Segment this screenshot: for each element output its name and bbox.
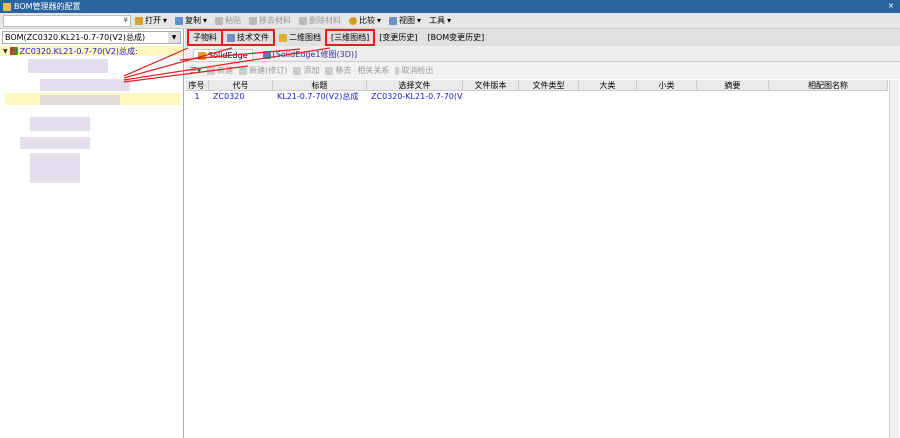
solidedge-icon xyxy=(198,51,206,60)
checkout-icon xyxy=(395,66,400,75)
search-input[interactable]: ¥ xyxy=(3,14,131,27)
view-button[interactable]: 视图 ▾ xyxy=(385,15,425,26)
assembly-icon xyxy=(9,47,18,55)
copy-icon xyxy=(175,16,184,25)
blurred-tree-item xyxy=(20,137,90,149)
new-revision-icon xyxy=(239,66,248,75)
window-title: BOM管理器的配置 xyxy=(14,2,81,11)
new-button[interactable]: 新建 xyxy=(204,65,236,76)
subtab-solidedge[interactable]: SolidEdge xyxy=(193,49,253,61)
column-header[interactable]: 文件版本 xyxy=(463,79,519,91)
close-button[interactable]: × xyxy=(886,1,896,11)
compare-button[interactable]: 比较 ▾ xyxy=(345,15,385,26)
clear-icon[interactable]: ¥ xyxy=(124,16,128,24)
drawing-icon xyxy=(279,33,287,42)
cancel-checkout-button[interactable]: 取消检出 xyxy=(392,65,436,76)
paste-icon xyxy=(215,16,224,25)
user-icon xyxy=(262,50,271,59)
expand-icon[interactable]: ▼ xyxy=(3,48,8,55)
delete-material-button[interactable]: 删除材料 xyxy=(295,15,345,26)
subtab-solidedge-3d[interactable]: [SolidEdge1修图(3D)] xyxy=(259,48,361,61)
table-header: 序号 代号 标题 选择文件 文件版本 文件类型 大类 小类 摘要 相配图名称 xyxy=(185,79,888,91)
table-cell: ZC0320-KL21-0.7-70(V2)... xyxy=(371,92,463,101)
table-cell: 1 xyxy=(194,92,200,101)
cad-subtabs: SolidEdge [SolidEdge1修图(3D)] xyxy=(185,46,900,62)
column-header[interactable]: 序号 xyxy=(185,79,209,91)
remove-icon xyxy=(249,16,258,25)
blurred-tree-item xyxy=(30,153,80,183)
action-toolbar: ☰▾ 新建 新建(修订) 添加 移去 相关关系 取消检出 xyxy=(185,62,900,79)
column-header[interactable]: 选择文件 xyxy=(367,79,463,91)
table-cell: ZC0320 xyxy=(213,92,245,101)
add-icon xyxy=(293,66,302,75)
remove-material-button[interactable]: 移去材料 xyxy=(245,15,295,26)
tab-2d-drawings[interactable]: 二维图档 xyxy=(275,31,325,44)
column-header[interactable]: 摘要 xyxy=(697,79,769,91)
column-header[interactable]: 标题 xyxy=(273,79,367,91)
tree-root-item[interactable]: ▼ ZC0320.KL21-0.7-70(V2)总成: xyxy=(0,46,183,56)
blurred-tree-item xyxy=(28,59,108,73)
app-icon xyxy=(3,2,11,11)
blurred-tree-item xyxy=(30,117,90,131)
bom-tree-panel: BOM(ZC0320.KL21-0.7-70(V2)总成) ▼ ▼ ZC0320.K… xyxy=(0,29,184,438)
main-toolbar: ¥ 打开 ▾ 复制 ▾ 粘贴 移去材料 删除材料 比较 ▾ 视图 ▾ 工具 ▾ xyxy=(0,13,900,29)
column-header[interactable]: 相配图名称 xyxy=(769,79,888,91)
new-revision-button[interactable]: 新建(修订) xyxy=(236,65,290,76)
vertical-scrollbar[interactable] xyxy=(889,80,899,438)
add-button[interactable]: 添加 xyxy=(290,65,322,76)
tab-bom-change-history[interactable]: [BOM变更历史] xyxy=(424,31,489,44)
delete-icon xyxy=(299,16,308,25)
document-icon xyxy=(227,33,235,42)
list-menu-button[interactable]: ☰▾ xyxy=(187,66,204,75)
compare-icon xyxy=(349,16,358,25)
column-header[interactable]: 大类 xyxy=(579,79,637,91)
column-header[interactable]: 文件类型 xyxy=(519,79,579,91)
paste-button[interactable]: 粘贴 xyxy=(211,15,245,26)
tools-button[interactable]: 工具 ▾ xyxy=(425,15,455,26)
open-button[interactable]: 打开 ▾ xyxy=(131,15,171,26)
folder-icon xyxy=(135,16,143,25)
table-row[interactable]: 1 ZC0320 KL21-0.7-70(V2)总成 ZC0320-KL21-0.7-… xyxy=(185,91,888,102)
tab-change-history[interactable]: [变更历史] xyxy=(375,31,421,44)
tab-3d-drawings[interactable]: [三维图档] xyxy=(324,29,376,46)
title-bar: BOM管理器的配置 × xyxy=(0,0,900,13)
column-header[interactable]: 代号 xyxy=(209,79,273,91)
detail-tabs: 子物料 技术文件 二维图档 [三维图档] [变更历史] [BOM变更历史] xyxy=(185,29,900,46)
new-icon xyxy=(207,66,216,75)
copy-button[interactable]: 复制 ▾ xyxy=(171,15,211,26)
tab-tech-docs[interactable]: 技术文件 xyxy=(221,29,275,46)
documents-table: 序号 代号 标题 选择文件 文件版本 文件类型 大类 小类 摘要 相配图名称 1 ZC0320 KL2… xyxy=(185,79,888,438)
blurred-tree-item xyxy=(40,95,120,105)
blurred-tree-item xyxy=(40,79,130,91)
column-header[interactable]: 小类 xyxy=(637,79,697,91)
remove-icon xyxy=(325,66,334,75)
view-icon xyxy=(389,16,398,25)
detail-panel: 子物料 技术文件 二维图档 [三维图档] [变更历史] [BOM变更历史] So… xyxy=(185,29,900,438)
table-cell: KL21-0.7-70(V2)总成 xyxy=(277,92,359,101)
bom-selector[interactable]: BOM(ZC0320.KL21-0.7-70(V2)总成) ▼ xyxy=(2,31,181,44)
chevron-down-icon[interactable]: ▼ xyxy=(168,32,180,43)
relations-button[interactable]: 相关关系 xyxy=(354,65,392,76)
tab-sub-material[interactable]: 子物料 xyxy=(187,29,223,46)
remove-button[interactable]: 移去 xyxy=(322,65,354,76)
